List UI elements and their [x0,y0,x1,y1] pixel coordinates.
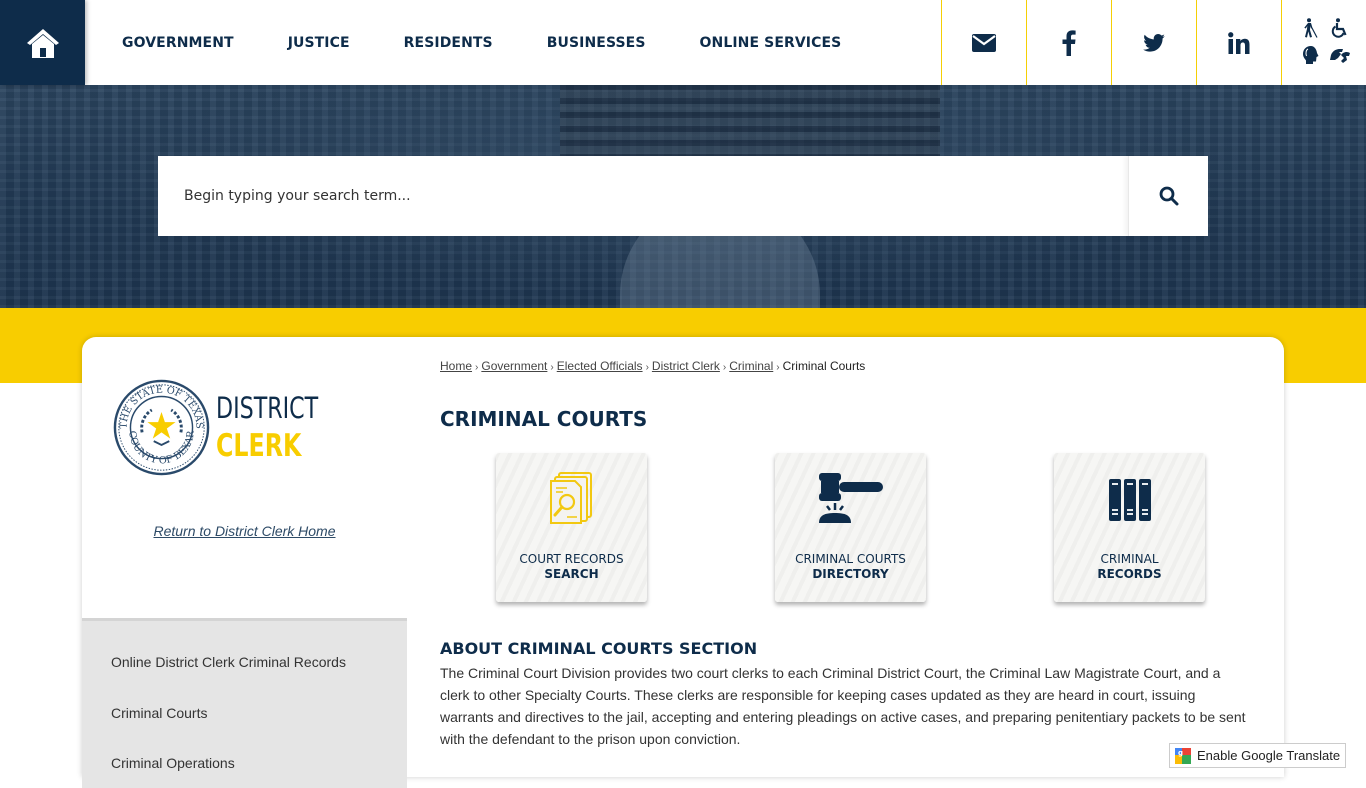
breadcrumb: Home › Government › Elected Officials › Distri… [440,359,865,373]
home-icon [26,28,59,58]
google-translate-icon: g [1175,747,1191,764]
breadcrumb-separator: › [475,362,479,373]
search-input[interactable] [158,156,1128,236]
about-heading: ABOUT CRIMINAL COURTS SECTION [440,639,758,658]
linkedin-icon [1228,31,1250,54]
home-button[interactable] [0,0,85,85]
nav-residents[interactable]: RESIDENTS [404,35,493,51]
tile-court-records-search[interactable]: COURT RECORDS SEARCH [496,453,647,602]
main-nav: GOVERNMENT JUSTICE RESIDENTS BUSINESSES … [122,0,895,85]
breadcrumb-separator: › [776,362,780,373]
breadcrumb-separator: › [722,362,727,373]
logo-line2: CLERK [216,427,302,464]
breadcrumb-district-clerk[interactable]: District Clerk [652,359,720,373]
social-links [941,0,1366,85]
breadcrumb-elected-officials[interactable]: Elected Officials [557,359,643,373]
search-bar [158,156,1208,236]
blind-walker-icon[interactable] [1303,17,1319,38]
nav-justice[interactable]: JUSTICE [288,35,350,51]
document-search-icon [549,472,592,524]
top-bar: GOVERNMENT JUSTICE RESIDENTS BUSINESSES … [0,0,1366,85]
twitter-link[interactable] [1111,0,1196,85]
content-panel: THE STATE OF TEXAS COUNTY OF BEXAR DISTR… [82,337,1284,788]
sidebar-subnav: Online District Clerk Criminal Records C… [82,618,407,788]
breadcrumb-criminal[interactable]: Criminal [729,359,773,373]
google-translate-label: Enable Google Translate [1197,748,1341,763]
wheelchair-icon[interactable] [1331,17,1349,38]
tile-criminal-courts-directory[interactable]: CRIMINAL COURTS DIRECTORY [775,453,926,602]
tile-label-line2: RECORDS [1097,567,1162,581]
linkedin-link[interactable] [1196,0,1281,85]
tile-label-line1: COURT RECORDS [519,552,624,566]
twitter-icon [1143,33,1165,52]
breadcrumb-home[interactable]: Home [440,359,472,373]
accessibility-links [1281,0,1366,85]
logo-line1: DISTRICT [216,390,319,425]
tile-label-line2: DIRECTORY [812,567,889,581]
gavel-icon [818,473,883,523]
search-button[interactable] [1128,156,1208,236]
sidebar-item-online-criminal-records[interactable]: Online District Clerk Criminal Records [111,654,346,670]
hearing-head-icon[interactable] [1302,45,1320,65]
page-title: CRIMINAL COURTS [440,407,648,431]
logo-text: DISTRICT CLERK [216,390,336,464]
svg-text:g: g [1178,749,1183,757]
tile-label-line1: CRIMINAL COURTS [795,552,906,566]
district-clerk-logo[interactable]: THE STATE OF TEXAS COUNTY OF BEXAR DISTR… [113,379,336,476]
sidebar: THE STATE OF TEXAS COUNTY OF BEXAR DISTR… [82,337,407,788]
facebook-link[interactable] [1026,0,1111,85]
return-to-district-clerk-home-link[interactable]: Return to District Clerk Home [82,523,407,539]
breadcrumb-government[interactable]: Government [481,359,547,373]
binders-icon [1108,479,1151,521]
tile-criminal-records[interactable]: CRIMINAL RECORDS [1054,453,1205,602]
nav-online-services[interactable]: ONLINE SERVICES [700,35,842,51]
facebook-icon [1062,29,1076,56]
breadcrumb-current: Criminal Courts [782,359,866,373]
about-text: The Criminal Court Division provides two… [440,665,1246,747]
tile-label-line2: SEARCH [544,567,599,581]
tile-label-line1: CRIMINAL [1100,552,1159,566]
breadcrumb-separator: › [550,362,554,373]
bexar-county-seal-icon: THE STATE OF TEXAS COUNTY OF BEXAR [113,379,210,476]
nav-government[interactable]: GOVERNMENT [122,35,234,51]
hero-banner [0,85,1366,308]
email-icon [972,33,996,52]
nav-businesses[interactable]: BUSINESSES [547,35,646,51]
sidebar-item-criminal-courts[interactable]: Criminal Courts [111,705,207,721]
hero-background-beams [560,85,940,160]
google-translate-button[interactable]: g Enable Google Translate [1169,743,1346,768]
email-link[interactable] [941,0,1026,85]
breadcrumb-separator: › [645,362,649,373]
sign-language-icon[interactable] [1329,46,1351,64]
search-icon [1159,186,1178,206]
sidebar-item-criminal-operations[interactable]: Criminal Operations [111,755,235,771]
